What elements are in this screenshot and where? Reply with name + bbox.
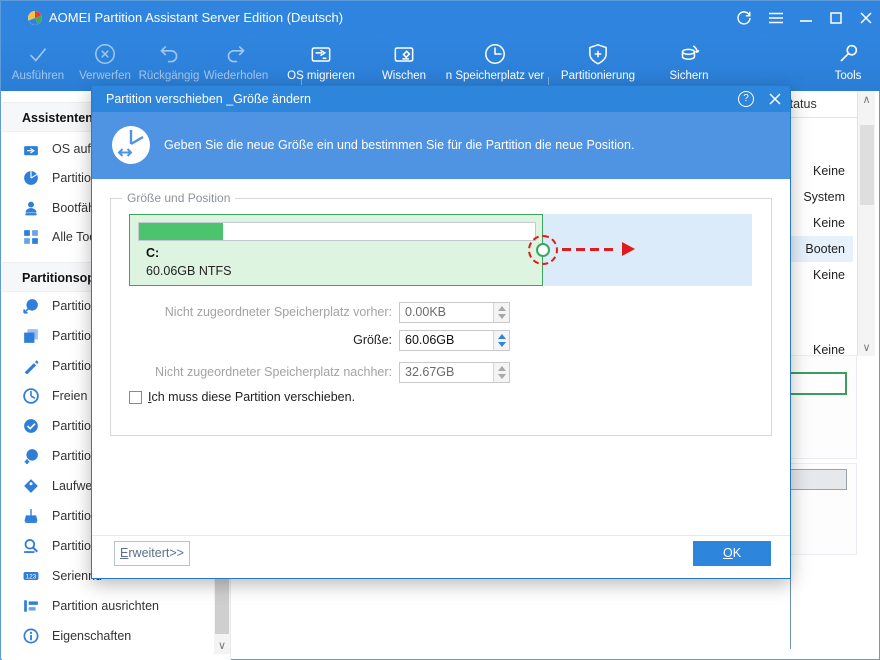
advanced-button[interactable]: Erweitert>> [114,541,190,566]
usage-bar [138,222,536,241]
info-icon [23,628,39,644]
dialog-title: Partition verschieben _Größe ändern [106,92,311,106]
table-scrollbar[interactable]: ∧ ∨ [857,91,875,356]
wrench-icon [835,41,861,67]
clock-pie-icon [23,388,39,404]
numbers-icon: 123 [23,568,39,584]
pie-check-icon [23,418,39,434]
partition-name: C: [146,246,160,260]
migrate-os-icon [308,41,334,67]
boot-media-icon [23,200,39,216]
move-partition-checkbox[interactable] [129,391,142,404]
table-scrollbar-thumb[interactable] [860,125,874,205]
svg-text:123: 123 [26,574,37,581]
toolbar-wipe-button[interactable]: Wischen [369,39,439,89]
resize-handle[interactable] [536,243,550,257]
sidebar-scrollbar-thumb[interactable] [215,574,229,634]
label-icon [23,478,39,494]
undo-icon [156,41,182,67]
spinner[interactable] [493,331,509,350]
chevron-up-icon[interactable]: ∧ [858,93,875,106]
checkbox-label[interactable]: Ich muss diese Partition verschieben. [148,390,355,404]
field-label: Nicht zugeordneter Speicherplatz vorher: [164,305,392,319]
toolbar-tools-button[interactable]: Tools [818,39,878,89]
resize-move-dialog: Partition verschieben _Größe ändern ? Ge… [91,85,791,579]
drag-arrow-dash [562,248,571,251]
field-row-size: Größe: 60.06GB [92,330,532,351]
size-input[interactable]: 60.06GB [399,330,510,351]
shield-plus-icon [585,41,611,67]
search-icon [23,538,39,554]
chevron-down-icon[interactable]: ∨ [858,341,875,354]
toolbar: Ausführen Verwerfen Rückgängig Wiederhol… [1,35,880,113]
brush-icon [23,508,39,524]
pie-arrows-icon [23,298,39,314]
unallocated-after-input[interactable]: 32.67GB [399,362,510,383]
toolbar-migrate-os-button[interactable]: OS migrieren [276,39,366,89]
wipe-disk-icon [391,41,417,67]
drag-arrow-dash [590,248,599,251]
disk-arrow-icon [23,141,39,157]
disk-layout-bar: C: 60.06GB NTFS [129,214,752,286]
ok-button[interactable]: OK [693,541,771,566]
copy-icon [23,328,39,344]
titlebar: AOMEI Partition Assistant Server Edition… [1,1,880,35]
toolbar-allocate-space-button[interactable]: n Speicherplatz ver [440,39,550,89]
drag-arrow-dash [576,248,585,251]
split-icon [23,358,39,374]
clock-icon [482,41,508,67]
groupbox-title: Größe und Position [122,191,236,205]
field-label: Größe: [353,333,392,347]
discard-icon [92,41,118,67]
resize-partition-icon [110,124,152,166]
dialog-close-icon[interactable] [766,90,784,108]
refresh-icon[interactable] [731,5,757,31]
close-icon[interactable] [853,5,879,31]
toolbar-apply-button[interactable]: Ausführen [3,39,73,89]
footer-divider [92,535,790,536]
chevron-down-icon[interactable]: ∨ [214,639,230,652]
menu-icon[interactable] [763,5,789,31]
toolbar-partitioning-button[interactable]: Partitionierung [550,39,646,89]
field-row-before: Nicht zugeordneter Speicherplatz vorher:… [92,302,532,323]
maximize-icon[interactable] [823,5,849,31]
backup-icon [676,41,702,67]
drag-arrow-dash [604,248,613,251]
check-icon [25,41,51,67]
dialog-titlebar: Partition verschieben _Größe ändern ? [92,86,790,112]
minimize-icon[interactable] [793,5,819,31]
toolbar-discard-button[interactable]: Verwerfen [70,39,140,89]
align-icon [23,598,39,614]
sidebar-item-properties[interactable]: Eigenschaften [2,621,214,651]
partition-info: 60.06GB NTFS [146,264,232,278]
field-label: Nicht zugeordneter Speicherplatz nachher… [155,365,392,379]
dialog-banner: Geben Sie die neue Größe ein und bestimm… [92,112,790,179]
spinner[interactable] [493,363,509,382]
spinner[interactable] [493,303,509,322]
toolbar-redo-button[interactable]: Wiederholen [194,39,278,89]
window-title: AOMEI Partition Assistant Server Edition… [49,10,344,25]
panel-divider [790,579,791,649]
unallocated-before-input[interactable]: 0.00KB [399,302,510,323]
grid-icon [23,229,39,245]
help-icon[interactable]: ? [738,91,754,107]
usage-bar-fill [139,223,223,240]
sidebar-item-align-partition[interactable]: Partition ausrichten [2,591,214,621]
dialog-description: Geben Sie die neue Größe ein und bestimm… [164,138,635,152]
toolbar-backup-button[interactable]: Sichern [649,39,729,89]
app-window: AOMEI Partition Assistant Server Edition… [0,0,880,660]
field-row-after: Nicht zugeordneter Speicherplatz nachher… [92,362,532,383]
drag-arrow-head [622,242,635,256]
pie-icon [23,170,39,186]
app-logo-icon [27,10,43,26]
pie-plus-icon [23,448,39,464]
partition-block[interactable]: C: 60.06GB NTFS [129,214,543,286]
redo-icon [223,41,249,67]
